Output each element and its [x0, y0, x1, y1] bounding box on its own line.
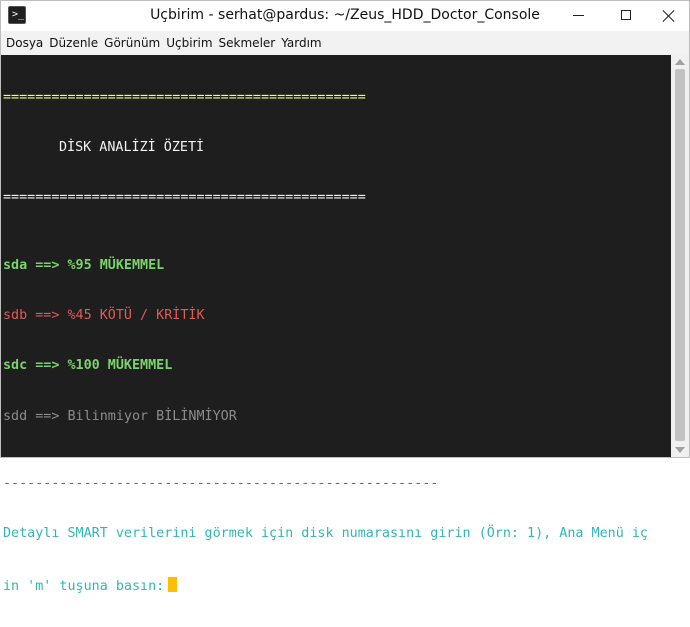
scroll-thumb[interactable]: [675, 69, 685, 441]
menu-item-yardim[interactable]: Yardım: [281, 31, 321, 55]
disk-status: %100 MÜKEMMEL: [67, 358, 173, 374]
minimize-button[interactable]: [557, 1, 601, 31]
disk-arrow: ==>: [35, 307, 60, 323]
scroll-up-icon[interactable]: [675, 59, 685, 65]
disk-status: Bilinmiyor BİLİNMİYOR: [67, 408, 237, 424]
menu-item-sekmeler[interactable]: Sekmeler: [219, 31, 276, 55]
terminal-output[interactable]: ========================================…: [1, 55, 689, 594]
prompt-text: in 'm' tuşuna basın:: [3, 578, 165, 594]
prompt-line-1: Detaylı SMART verilerini görmek için dis…: [3, 526, 648, 542]
disk-line-sdd: sdd ==> Bilinmiyor BİLİNMİYOR: [3, 409, 671, 426]
dash-separator: ----------------------------------------…: [3, 475, 439, 491]
disk-line-sdc: sdc ==> %100 MÜKEMMEL: [3, 358, 671, 375]
close-icon: [662, 9, 676, 23]
terminal-window: >_ Uçbirim - serhat@pardus: ~/Zeus_HDD_D…: [0, 0, 690, 594]
prompt-line-2: in 'm' tuşuna basın:: [3, 576, 671, 594]
disk-arrow: ==>: [35, 358, 60, 374]
disk-line-sda: sda ==> %95 MÜKEMMEL: [3, 258, 671, 275]
disk-name: sdb: [3, 307, 28, 323]
menu-item-dosya[interactable]: Dosya: [6, 31, 43, 55]
close-button[interactable]: [647, 1, 690, 31]
scroll-down-icon[interactable]: [675, 447, 685, 453]
disk-arrow: ==>: [35, 408, 60, 424]
maximize-button[interactable]: [604, 1, 648, 31]
title-bar[interactable]: >_ Uçbirim - serhat@pardus: ~/Zeus_HDD_D…: [1, 1, 689, 31]
disk-arrow: ==>: [35, 257, 60, 273]
separator-top: ========================================…: [3, 89, 366, 105]
text-cursor[interactable]: [168, 576, 178, 592]
menu-item-ucbirim[interactable]: Uçbirim: [166, 31, 212, 55]
disk-status: %45 KÖTÜ / KRİTİK: [67, 307, 205, 323]
minimize-icon: [573, 15, 584, 16]
summary-title: DİSK ANALİZİ ÖZETİ: [59, 139, 205, 155]
menu-bar: Dosya Düzenle Görünüm Uçbirim Sekmeler Y…: [1, 31, 689, 55]
maximize-icon: [621, 10, 631, 20]
disk-name: sdc: [3, 358, 28, 374]
disk-status: %95 MÜKEMMEL: [67, 257, 165, 273]
disk-name: sda: [3, 257, 28, 273]
disk-line-sdb: sdb ==> %45 KÖTÜ / KRİTİK: [3, 308, 671, 325]
menu-item-duzenle[interactable]: Düzenle: [49, 31, 98, 55]
disk-name: sdd: [3, 408, 28, 424]
separator-bottom: ========================================…: [3, 190, 366, 206]
vertical-scrollbar[interactable]: [671, 55, 689, 457]
menu-item-gorunum[interactable]: Görünüm: [104, 31, 160, 55]
